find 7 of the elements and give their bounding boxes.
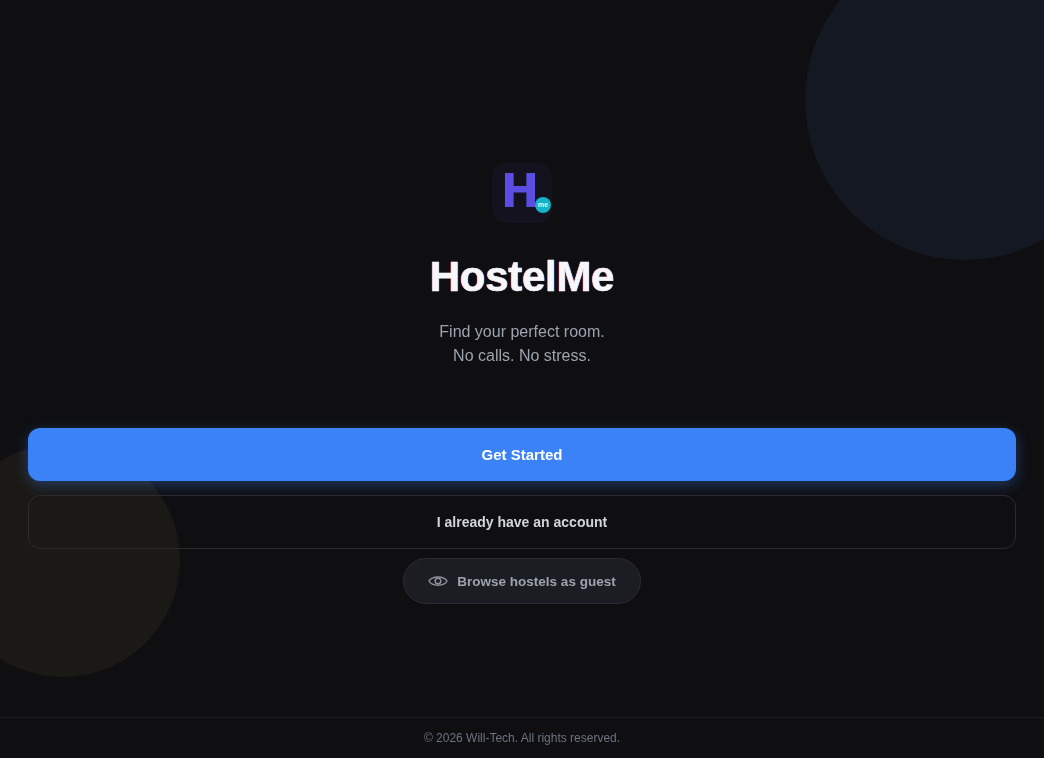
tagline: Find your perfect room. No calls. No stress. (439, 322, 605, 366)
app-title: HostelMe (429, 253, 615, 301)
copyright-text: © 2026 Will-Tech. All rights reserved. (423, 731, 621, 745)
guest-browse-button[interactable]: Browse hostels as guest (403, 558, 641, 604)
eye-icon (428, 574, 449, 588)
get-started-button[interactable]: Get Started (28, 428, 1016, 481)
login-button[interactable]: I already have an account (28, 495, 1016, 549)
